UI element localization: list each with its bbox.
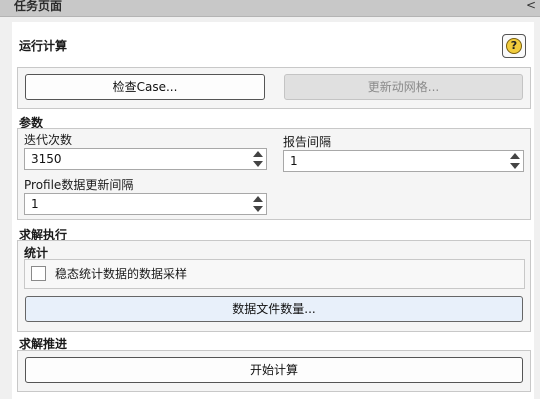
data-file-quantities-button[interactable]: 数据文件数量... [25,296,523,322]
update-dynamic-mesh-button[interactable]: 更新动网格... [284,74,523,100]
check-case-button[interactable]: 检查Case... [25,74,265,100]
iterations-input[interactable] [25,149,250,169]
profile-interval-label: Profile数据更新间隔 [24,178,134,192]
iterations-label: 迭代次数 [24,133,73,147]
spin-up-icon[interactable] [510,153,520,159]
help-button[interactable]: ? [502,34,526,58]
start-calculation-button[interactable]: 开始计算 [25,357,523,383]
steady-statistics-sampling-label: 稳态统计数据的数据采样 [55,267,188,281]
profile-interval-input[interactable] [25,194,250,214]
spin-down-icon[interactable] [510,163,520,169]
spin-down-icon[interactable] [253,161,263,167]
help-icon: ? [506,38,522,54]
steady-statistics-sampling-checkbox[interactable] [31,266,46,281]
spin-up-icon[interactable] [253,196,263,202]
spin-down-icon[interactable] [253,206,263,212]
collapse-icon[interactable]: < [526,0,536,12]
iterations-stepper[interactable] [252,150,264,168]
report-interval-label: 报告间隔 [283,135,332,149]
profile-interval-spinbox[interactable] [24,193,267,215]
report-interval-spinbox[interactable] [283,150,524,172]
report-interval-stepper[interactable] [509,152,521,170]
run-calculation-heading: 运行计算 [19,39,68,53]
report-interval-input[interactable] [284,151,507,171]
task-page-title: 任务页面 [14,0,63,13]
iterations-spinbox[interactable] [24,148,267,170]
spin-up-icon[interactable] [253,151,263,157]
task-page-titlebar: 任务页面 < [0,0,540,17]
profile-interval-stepper[interactable] [252,195,264,213]
